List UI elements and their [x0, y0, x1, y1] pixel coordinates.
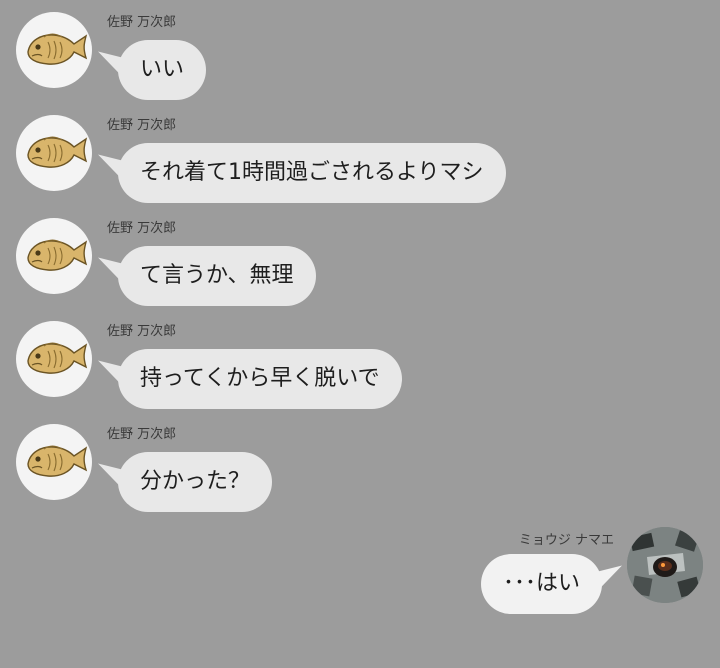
avatar[interactable] [16, 115, 92, 191]
message-bubble[interactable]: それ着て1時間過ごされるよりマシ [118, 143, 506, 203]
sender-name: ミョウジ ナマエ [518, 533, 614, 548]
sender-name: 佐野 万次郎 [107, 221, 177, 236]
taiyaki-icon [27, 33, 88, 65]
avatar[interactable] [16, 12, 92, 88]
sender-name: 佐野 万次郎 [107, 15, 177, 30]
message-bubble[interactable]: 分かった？ [118, 452, 273, 512]
message-bubble[interactable]: 持ってくから早く脱いで [118, 349, 402, 409]
chat-message: 佐野 万次郎 て言うか、無理 [0, 206, 720, 306]
chat-message: 佐野 万次郎 持ってくから早く脱いで [0, 309, 720, 409]
avatar[interactable] [627, 527, 703, 603]
chat-message: 佐野 万次郎 それ着て1時間過ごされるよりマシ [0, 103, 720, 203]
chat-message-own: ミョウジ ナマエ ･･･はい [0, 508, 720, 614]
sender-name: 佐野 万次郎 [107, 324, 177, 339]
message-bubble[interactable]: いい [118, 40, 207, 100]
chat-message: 佐野 万次郎 分かった？ [0, 412, 720, 512]
avatar[interactable] [16, 424, 92, 500]
taiyaki-icon [27, 136, 88, 168]
message-bubble[interactable]: ･･･はい [480, 554, 602, 614]
chat-message: 佐野 万次郎 いい [0, 0, 720, 100]
message-bubble[interactable]: て言うか、無理 [118, 246, 316, 306]
sender-name: 佐野 万次郎 [107, 427, 177, 442]
avatar[interactable] [16, 218, 92, 294]
sender-name: 佐野 万次郎 [107, 118, 177, 133]
photo-avatar-icon [627, 527, 703, 603]
taiyaki-icon [27, 445, 88, 477]
avatar[interactable] [16, 321, 92, 397]
taiyaki-icon [27, 239, 88, 271]
taiyaki-icon [27, 342, 88, 374]
